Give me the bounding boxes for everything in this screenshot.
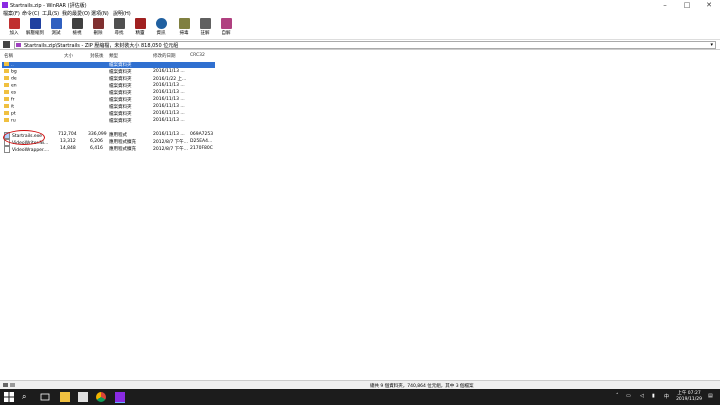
sfx-icon xyxy=(220,18,232,29)
menu-file[interactable]: 檔案(F) xyxy=(3,10,20,17)
network-icon[interactable]: ▭ xyxy=(626,393,631,399)
folder-icon xyxy=(4,104,9,108)
view-icon xyxy=(71,18,83,29)
chevron-up-icon[interactable]: ˄ xyxy=(616,393,619,399)
table-row[interactable]: bg 檔案資料夾 2016/11/13 ... xyxy=(0,69,720,75)
info-icon xyxy=(155,18,167,29)
table-row[interactable]: VideoWriter.Ni... 13,312 6,206 應用程式擴充 20… xyxy=(0,139,720,146)
menu-favorites[interactable]: 我的最愛(O) xyxy=(62,10,90,17)
find-icon xyxy=(113,18,125,29)
toolbar-info-button[interactable]: 資訊 xyxy=(152,18,170,36)
toolbar-test-button[interactable]: 測試 xyxy=(47,18,65,36)
search-icon[interactable]: ⌕ xyxy=(22,392,32,402)
menu-help[interactable]: 說明(H) xyxy=(113,10,131,17)
table-row[interactable]: VideoWrapper.... 14,848 6,416 應用程式擴充 201… xyxy=(0,146,720,153)
table-row[interactable]: en 檔案資料夾 2016/11/13 ... xyxy=(0,83,720,89)
table-row[interactable]: it 檔案資料夾 2016/11/13 ... xyxy=(0,104,720,110)
address-bar: Startrails.zip\Startrails - ZIP 壓縮檔，未封裝大… xyxy=(0,40,720,50)
path-field[interactable]: Startrails.zip\Startrails - ZIP 壓縮檔，未封裝大… xyxy=(14,41,716,49)
column-type-header[interactable]: 類型 xyxy=(109,53,118,59)
toolbar-extract-to-button[interactable]: 解壓縮到 xyxy=(26,18,44,36)
ime-icon[interactable]: 中 xyxy=(664,393,669,400)
toolbar-add-button[interactable]: 加入 xyxy=(5,18,23,36)
menu-tools[interactable]: 工具(S) xyxy=(42,10,59,17)
folder-icon xyxy=(4,118,9,122)
toolbar-virus-scan-button[interactable]: 掃毒 xyxy=(175,18,193,36)
comment-icon xyxy=(199,18,211,29)
column-size-header[interactable]: 大小 xyxy=(64,53,73,59)
up-folder-icon[interactable] xyxy=(3,41,10,48)
table-row[interactable]: .. 檔案資料夾 xyxy=(0,62,720,68)
red-highlight-circle xyxy=(3,130,45,145)
up-folder-icon xyxy=(4,62,9,66)
close-button[interactable]: ✕ xyxy=(698,0,720,10)
taskbar: ⌕ ˄ ▭ ◁ ▮ 中 上午 07:27 2019/11/29 ▤ xyxy=(0,389,720,405)
task-view-icon[interactable] xyxy=(40,392,50,402)
folder-icon xyxy=(4,69,9,73)
table-row[interactable]: Startrails.exe 712,704 336,099 應用程式 2016… xyxy=(0,132,720,139)
table-row[interactable]: pt 檔案資料夾 2016/11/13 ... xyxy=(0,111,720,117)
virus-scan-icon xyxy=(178,18,190,29)
chevron-down-icon[interactable]: ▾ xyxy=(710,42,713,48)
table-row[interactable]: es 檔案資料夾 2016/11/13 ... xyxy=(0,90,720,96)
toolbar-view-button[interactable]: 檢視 xyxy=(68,18,86,36)
toolbar-wizard-button[interactable]: 精靈 xyxy=(131,18,149,36)
window-title: Startrails.zip - WinRAR (評估版) xyxy=(10,3,87,9)
volume-icon[interactable]: ◁ xyxy=(640,393,644,399)
folder-icon xyxy=(4,97,9,101)
test-icon xyxy=(50,18,62,29)
add-icon xyxy=(8,18,20,29)
system-clock[interactable]: 上午 07:27 2019/11/29 xyxy=(676,391,702,403)
folder-icon xyxy=(4,76,9,80)
menu-bar: 檔案(F) 命令(C) 工具(S) 我的最愛(O) 選項(N) 說明(H) xyxy=(0,10,720,17)
folder-icon xyxy=(4,111,9,115)
toolbar-comment-button[interactable]: 註解 xyxy=(196,18,214,36)
winrar-app-icon xyxy=(2,2,8,8)
toolbar: 加入 解壓縮到 測試 檢視 刪除 尋找 精靈 資訊 掃毒 註解 自解 xyxy=(0,17,720,40)
menu-options[interactable]: 選項(N) xyxy=(91,10,109,17)
maximize-button[interactable]: □ xyxy=(676,0,698,10)
windows-start-icon[interactable] xyxy=(4,392,14,402)
folder-icon xyxy=(4,90,9,94)
file-explorer-icon[interactable] xyxy=(60,392,70,402)
column-packed-header[interactable]: 封裝後 xyxy=(90,53,104,59)
file-list[interactable]: 名稱 大小 封裝後 類型 修改的日期 CRC32 .. 檔案資料夾 bg 檔案資… xyxy=(0,51,720,380)
chrome-icon[interactable] xyxy=(96,392,106,402)
column-modified-header[interactable]: 修改的日期 xyxy=(153,53,176,59)
winrar-taskbar-icon[interactable] xyxy=(115,392,125,403)
table-row[interactable]: de 檔案資料夾 2016/1/22 上... xyxy=(0,76,720,82)
dll-file-icon xyxy=(4,146,10,153)
column-crc32-header[interactable]: CRC32 xyxy=(190,53,205,58)
battery-icon[interactable]: ▮ xyxy=(652,393,655,399)
delete-icon xyxy=(92,18,104,29)
column-name-header[interactable]: 名稱 xyxy=(4,53,13,59)
table-row[interactable]: ru 檔案資料夾 2016/11/13 ... xyxy=(0,118,720,124)
title-bar: Startrails.zip - WinRAR (評估版) – □ ✕ xyxy=(0,0,720,10)
minimize-button[interactable]: – xyxy=(654,0,676,10)
notepad-icon[interactable] xyxy=(78,392,88,402)
lock-icon xyxy=(3,383,8,387)
notification-icon[interactable]: ▤ xyxy=(708,393,713,399)
key-icon xyxy=(10,383,15,387)
zip-icon xyxy=(16,43,21,47)
toolbar-sfx-button[interactable]: 自解 xyxy=(217,18,235,36)
menu-commands[interactable]: 命令(C) xyxy=(22,10,39,17)
table-row[interactable]: fr 檔案資料夾 2016/11/13 ... xyxy=(0,97,720,103)
toolbar-delete-button[interactable]: 刪除 xyxy=(89,18,107,36)
toolbar-find-button[interactable]: 尋找 xyxy=(110,18,128,36)
wizard-icon xyxy=(134,18,146,29)
folder-icon xyxy=(4,83,9,87)
extract-to-icon xyxy=(29,18,41,29)
